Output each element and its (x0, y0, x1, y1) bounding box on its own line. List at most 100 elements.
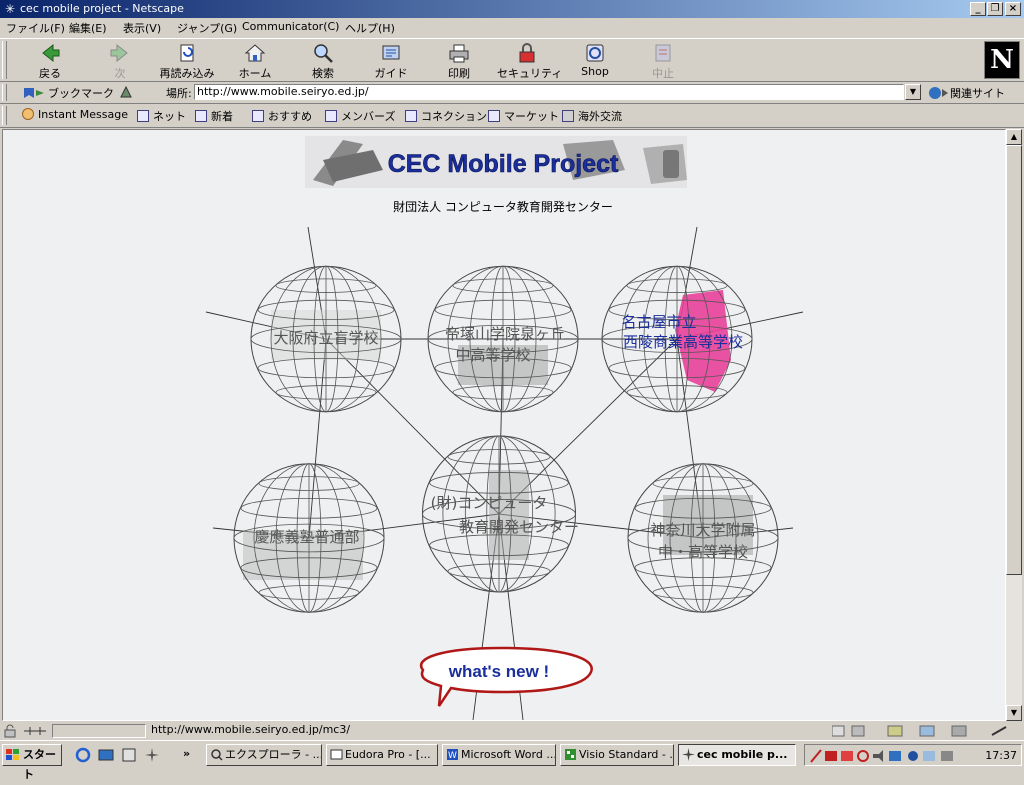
system-tray: 17:37 (804, 744, 1022, 766)
search-button[interactable]: 検索 (293, 40, 353, 80)
back-button[interactable]: 戻る (20, 40, 80, 80)
netscape-logo[interactable]: N (984, 41, 1020, 79)
vertical-scrollbar[interactable]: ▲ ▼ (1006, 129, 1022, 721)
globe-cec[interactable]: (財)コンピュータ 教育開発センター (421, 435, 580, 593)
windows-logo-icon (6, 749, 19, 760)
scroll-up-button[interactable]: ▲ (1006, 129, 1022, 145)
navigation-toolbar: 戻る 次 再読み込み ホーム 検索 ガイド 印刷 セキュリティ Shop 中止 (0, 38, 1024, 82)
quicklaunch-chevron-icon[interactable]: » (183, 747, 190, 760)
shop-button[interactable]: Shop (565, 40, 625, 80)
page-canvas: CEC Mobile Project 財団法人 コンピュータ教育開発センター 大… (205, 136, 804, 720)
explorer-icon (211, 749, 223, 761)
menu-file[interactable]: ファイル(F) (6, 20, 65, 36)
quicklaunch-desktop-icon[interactable] (98, 747, 114, 766)
whats-new-text: what's new ! (448, 662, 549, 681)
globe-osaka-label: 大阪府立盲学校 (273, 329, 378, 347)
bookmark-instant-message[interactable]: Instant Message (22, 108, 128, 121)
menu-view[interactable]: 表示(V) (123, 20, 161, 36)
scroll-down-button[interactable]: ▼ (1006, 705, 1022, 721)
personal-toolbar: Instant Message ネット 新着 おすすめ メンバーズ コネクション… (0, 104, 1024, 128)
url-dropdown-button[interactable]: ▼ (905, 84, 921, 100)
component-bar[interactable] (831, 724, 1018, 738)
eudora-icon (330, 749, 343, 760)
person-icon (22, 108, 34, 120)
task-visio[interactable]: Visio Standard - ... (560, 744, 674, 766)
shop-icon (586, 44, 604, 62)
page-icon (120, 85, 132, 98)
bookmark-recommended[interactable]: おすすめ (252, 108, 312, 124)
search-icon (314, 44, 333, 63)
status-url: http://www.mobile.seiryo.ed.jp/mc3/ (151, 724, 351, 736)
quicklaunch-netscape-icon[interactable] (144, 747, 160, 766)
bookmark-market[interactable]: マーケット (488, 108, 559, 124)
whats-new-link[interactable]: what's new ! (420, 646, 593, 707)
minimize-button[interactable]: _ (970, 2, 986, 16)
menu-bar: ファイル(F) 編集(E) 表示(V) ジャンプ(G) Communicator… (0, 18, 1024, 38)
url-input[interactable]: http://www.mobile.seiryo.ed.jp/ (194, 84, 904, 100)
menu-go[interactable]: ジャンプ(G) (177, 20, 237, 36)
globe-tezukayama-label-2: 中高等学校 (455, 346, 530, 364)
scroll-thumb[interactable] (1006, 145, 1022, 575)
forward-button[interactable]: 次 (90, 40, 150, 80)
task-netscape[interactable]: cec mobile p... (678, 744, 796, 766)
word-icon: W (447, 749, 458, 761)
bookmark-members[interactable]: メンバーズ (325, 108, 395, 124)
home-button[interactable]: ホーム (225, 40, 285, 80)
close-button[interactable]: × (1005, 2, 1021, 16)
back-arrow-icon (42, 43, 60, 63)
globe-nagoya-label-1: 名古屋市立 (621, 313, 696, 331)
personal-toolbar-grip[interactable] (2, 106, 7, 125)
security-lock-icon[interactable] (2, 724, 18, 738)
globe-kanagawa-label-2: 中・高等学校 (658, 543, 748, 561)
globe-cec-label-1: (財)コンピュータ (431, 494, 548, 512)
menu-help[interactable]: ヘルプ(H) (345, 20, 395, 36)
start-button[interactable]: スタート (2, 744, 62, 781)
title-bar: ✳ cec mobile project - Netscape _ ❐ × (0, 0, 1024, 18)
task-eudora[interactable]: Eudora Pro - [... (326, 744, 438, 766)
guide-button[interactable]: ガイド (361, 40, 421, 80)
stop-icon (655, 44, 671, 62)
bookmarks-button[interactable]: ブックマーク (22, 85, 114, 101)
bookmark-page-icon (137, 110, 149, 122)
clock[interactable]: 17:37 (985, 749, 1017, 762)
related-sites-button[interactable]: 関連サイト (928, 85, 1005, 101)
window-title: cec mobile project - Netscape (20, 2, 184, 15)
netscape-icon (682, 748, 695, 761)
printer-icon (449, 44, 469, 63)
stop-button[interactable]: 中止 (633, 40, 693, 80)
globe-tezukayama[interactable]: 帝塚山学院泉ヶ丘 中高等学校 (427, 265, 579, 413)
globe-kanagawa[interactable]: 神奈川大学附属 中・高等学校 (627, 463, 779, 613)
bookmark-whats-new[interactable]: 新着 (195, 108, 233, 124)
task-explorer[interactable]: エクスプローラ - ... (206, 744, 322, 766)
progress-field (52, 724, 146, 738)
reload-button[interactable]: 再読み込み (157, 40, 217, 80)
tray-icons[interactable] (809, 748, 969, 764)
related-sites-icon (929, 87, 948, 99)
visio-icon (565, 749, 576, 760)
page-content: CEC Mobile Project 財団法人 コンピュータ教育開発センター 大… (2, 129, 1006, 721)
globe-nagoya-label-2: 西陵商業高等学校 (623, 333, 743, 351)
task-word[interactable]: W Microsoft Word ... (442, 744, 556, 766)
menu-edit[interactable]: 編集(E) (69, 20, 107, 36)
banner-title: CEC Mobile Project (388, 150, 619, 178)
globe-tezukayama-label-1: 帝塚山学院泉ヶ丘 (445, 325, 565, 343)
globe-osaka[interactable]: 大阪府立盲学校 (250, 265, 402, 413)
bookmark-page-icon (405, 110, 417, 122)
page-proxy-icon[interactable] (118, 85, 134, 102)
menu-communicator[interactable]: Communicator(C) (242, 20, 339, 33)
bookmark-net[interactable]: ネット (137, 108, 186, 124)
bookmark-page-icon (488, 110, 500, 122)
status-bar: http://www.mobile.seiryo.ed.jp/mc3/ (0, 722, 1024, 740)
print-button[interactable]: 印刷 (429, 40, 489, 80)
svg-text:W: W (448, 751, 457, 761)
globe-keio[interactable]: 慶應義塾普通部 (233, 463, 385, 613)
toolbar-grip[interactable] (2, 41, 7, 79)
quicklaunch-outlook-icon[interactable] (121, 747, 137, 766)
security-button[interactable]: セキュリティ (497, 40, 562, 80)
maximize-button[interactable]: ❐ (987, 2, 1003, 16)
quicklaunch-ie-icon[interactable] (75, 747, 91, 766)
globe-nagoya[interactable]: 名古屋市立 西陵商業高等学校 (601, 265, 753, 413)
bookmark-connection[interactable]: コネクション (405, 108, 487, 124)
bookmark-international[interactable]: 海外交流 (562, 108, 622, 124)
location-grip[interactable] (2, 84, 7, 101)
